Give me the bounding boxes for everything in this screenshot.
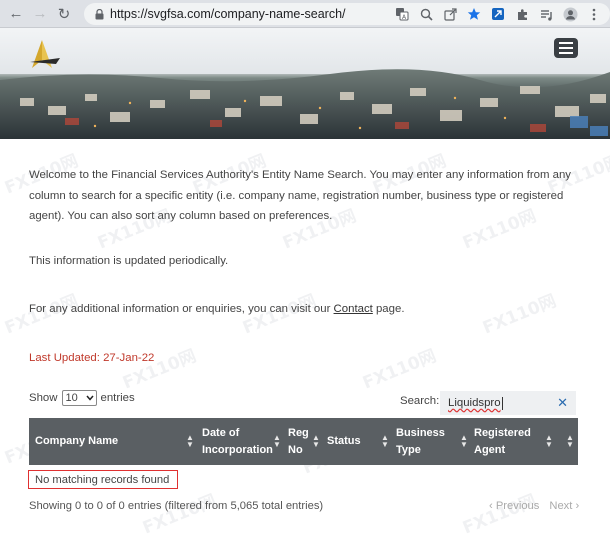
- column-date-of-incorporation[interactable]: Date of Incorporation: [202, 418, 282, 465]
- chevron-left-icon: ‹: [489, 500, 496, 512]
- column-label: Company Name: [35, 435, 119, 447]
- search-label: Search:: [400, 395, 440, 407]
- fsa-logo-icon: [30, 40, 60, 68]
- sort-icon[interactable]: ▲ ▼: [566, 434, 574, 449]
- media-icon[interactable]: [536, 4, 556, 24]
- next-label: Next: [549, 500, 573, 512]
- reload-icon[interactable]: ↻: [52, 2, 76, 26]
- previous-label: Previous: [495, 500, 540, 512]
- browser-toolbar: ← → ↻ https://svgfsa.com/company-name-se…: [0, 0, 610, 28]
- watermark: FX110网: [480, 291, 560, 339]
- column-business-type[interactable]: Business Type: [396, 418, 466, 465]
- sort-icon[interactable]: ▲ ▼: [545, 434, 553, 449]
- table-header: Company Name ▲ ▼ Date of Incorporation ▲ ▼…: [29, 418, 578, 465]
- column-label: Date of: [202, 426, 240, 439]
- lock-icon[interactable]: [90, 8, 108, 20]
- clear-search-icon[interactable]: ✕: [557, 395, 568, 411]
- share-icon[interactable]: [440, 4, 460, 24]
- column-label-line2: Type: [396, 443, 421, 456]
- city-skyline-image: [0, 69, 610, 139]
- entries-select[interactable]: 10: [61, 390, 97, 406]
- search-input[interactable]: Liquidspro ✕: [440, 391, 576, 415]
- periodic-text: This information is updated periodically…: [29, 255, 229, 267]
- zoom-icon[interactable]: [416, 4, 436, 24]
- next-button[interactable]: Next ›: [549, 500, 579, 512]
- column-label: Reg: [288, 426, 309, 439]
- more-icon[interactable]: [584, 4, 604, 24]
- intro-section: Welcome to the Financial Services Author…: [29, 165, 589, 364]
- contact-text: For any additional information or enquir…: [29, 299, 404, 320]
- forward-icon[interactable]: →: [28, 2, 52, 26]
- url-text: https://svgfsa.com/company-name-search/: [110, 7, 346, 21]
- column-label: Business: [396, 426, 445, 439]
- watermark: FX110网: [460, 491, 540, 539]
- contact-prefix: For any additional information or enquir…: [29, 303, 334, 315]
- text-cursor: [501, 396, 503, 410]
- no-records-message: No matching records found: [28, 470, 178, 489]
- table-info: Showing 0 to 0 of 0 entries (filtered fr…: [29, 500, 324, 512]
- profile-icon[interactable]: [560, 4, 580, 24]
- column-label: Registered: [474, 426, 531, 439]
- watermark: FX110网: [140, 491, 220, 539]
- entries-label: entries: [100, 392, 135, 404]
- sort-icon[interactable]: ▲ ▼: [381, 434, 389, 449]
- extension-icon[interactable]: [488, 4, 508, 24]
- watermark: FX110网: [360, 346, 440, 394]
- pagination: ‹ Previous Next ›: [489, 500, 579, 512]
- puzzle-icon[interactable]: [512, 4, 532, 24]
- translate-icon[interactable]: A: [392, 4, 412, 24]
- search-value: Liquidspro: [448, 397, 501, 409]
- table-controls: Show 10 entries Search: Liquidspro ✕: [29, 390, 579, 415]
- back-icon[interactable]: ←: [4, 2, 28, 26]
- column-label-line2: Agent: [474, 443, 506, 456]
- chevron-down-icon: [85, 395, 94, 401]
- entries-control: Show 10 entries: [29, 390, 135, 406]
- column-status[interactable]: Status: [327, 418, 387, 465]
- sort-icon[interactable]: ▲ ▼: [273, 434, 281, 449]
- menu-icon[interactable]: [554, 38, 578, 58]
- sort-icon[interactable]: ▲ ▼: [186, 434, 194, 449]
- header-banner: [0, 28, 610, 139]
- column-label-line2: No: [288, 443, 303, 456]
- entries-value: 10: [65, 392, 78, 404]
- address-bar[interactable]: https://svgfsa.com/company-name-search/ …: [84, 3, 610, 25]
- previous-button[interactable]: ‹ Previous: [489, 500, 539, 512]
- contact-suffix: page.: [372, 303, 405, 315]
- sort-icon[interactable]: ▲ ▼: [312, 434, 320, 449]
- column-label-line2: Incorporation: [202, 443, 273, 456]
- welcome-text: Welcome to the Financial Services Author…: [29, 169, 572, 222]
- star-icon[interactable]: [464, 4, 484, 24]
- column-registered-agent[interactable]: Registered Agent: [474, 418, 549, 465]
- contact-link[interactable]: Contact: [334, 303, 373, 315]
- column-label: Status: [327, 435, 361, 447]
- show-label: Show: [29, 392, 58, 404]
- sort-icon[interactable]: ▲ ▼: [460, 434, 468, 449]
- chevron-right-icon: ›: [572, 500, 580, 512]
- column-company-name[interactable]: Company Name: [35, 418, 200, 465]
- last-updated-text: Last Updated: 27-Jan-22: [29, 352, 155, 364]
